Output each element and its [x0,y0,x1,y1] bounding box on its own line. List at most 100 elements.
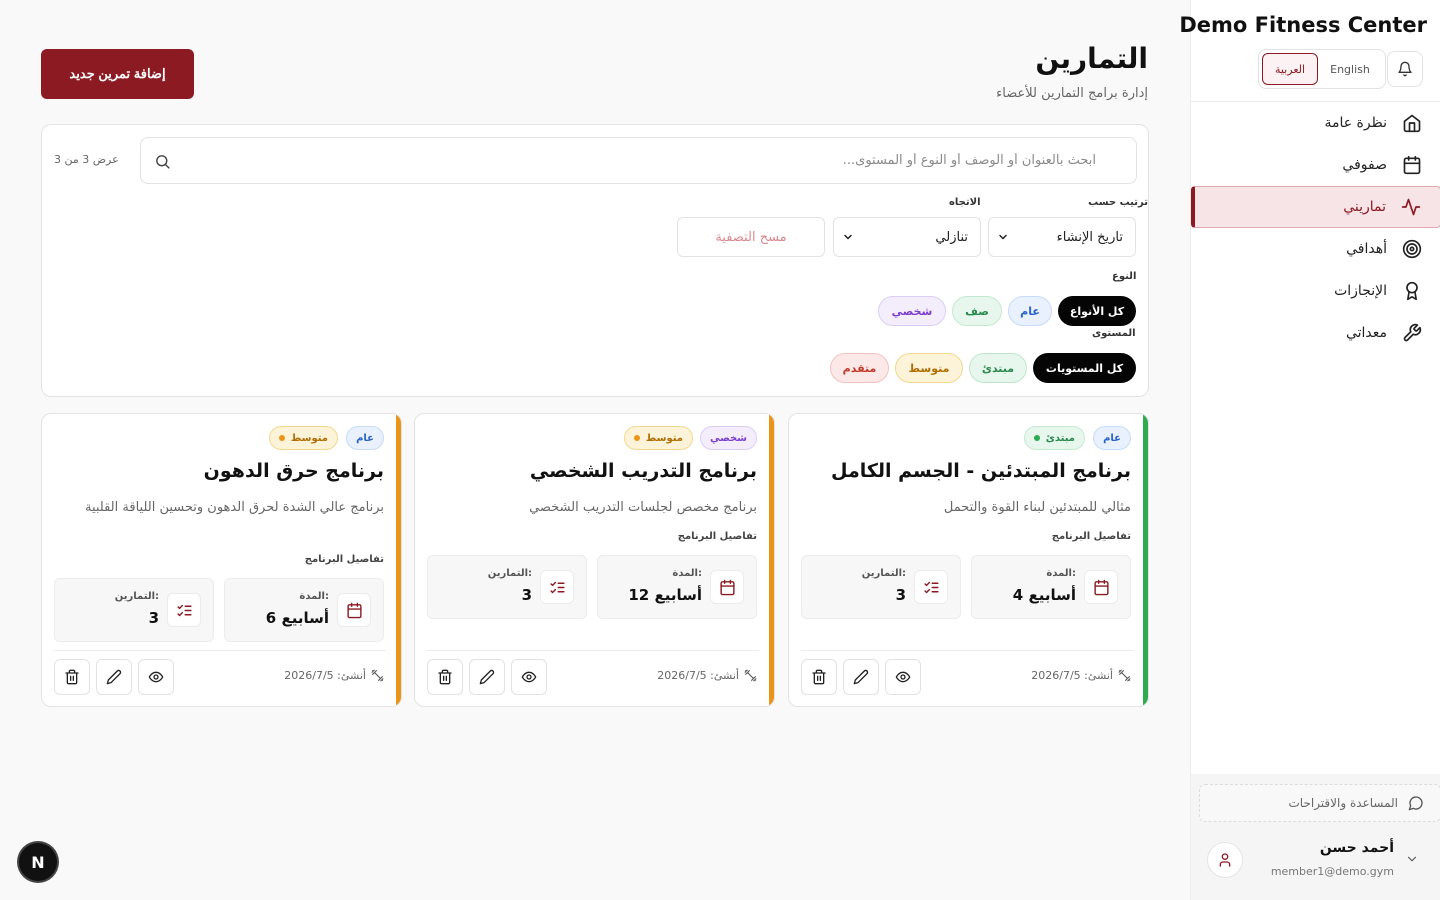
nav-item-label: أهدافي [1346,241,1387,257]
type-filter-all[interactable]: كل الأنواع [1058,296,1136,326]
created-label: أنشئ: 2026/7/5 [1031,669,1113,682]
card-accent-stripe [396,414,401,706]
search-input[interactable] [140,137,1137,184]
chevron-down-icon [844,234,852,240]
nav-item-overview[interactable]: نظرة عامة [1191,102,1440,144]
level-filter-all[interactable]: كل المستويات [1033,353,1136,383]
lang-arabic-button[interactable]: العربية [1262,53,1318,85]
award-icon [1401,280,1423,302]
user-email: member1@demo.gym [1270,865,1394,878]
eye-icon [895,671,911,683]
pencil-icon [853,669,869,685]
workout-card[interactable]: عام مبتدئ برنامج المبتدئين - الجسم الكام… [788,413,1149,707]
search-icon [156,155,170,169]
page-subtitle: إدارة برامج التمارين للأعضاء [996,86,1148,101]
notifications-button[interactable] [1387,51,1423,87]
delete-button[interactable] [801,659,837,695]
duration-value: 12 أسابيع [628,586,702,604]
help-feedback-button[interactable]: المساعدة والاقتراحات [1199,784,1440,822]
type-filter-personal[interactable]: شخصي [878,296,946,326]
card-description: برنامج مخصص لجلسات التدريب الشخصي [529,500,757,515]
list-checks-icon [540,570,574,604]
calendar-icon [337,593,371,627]
card-accent-stripe [1143,414,1148,706]
user-avatar[interactable] [1207,842,1243,878]
eye-icon [148,671,164,683]
help-label: المساعدة والاقتراحات [1288,796,1398,810]
chevron-down-icon [999,234,1007,240]
created-date: أنشئ: 2026/7/5 [284,669,384,682]
trash-icon [65,669,79,685]
type-badge: شخصي [699,426,757,450]
created-date: أنشئ: 2026/7/5 [1031,669,1131,682]
sort-value: تاريخ الإنشاء [1056,229,1123,245]
level-badge-label: متوسط [290,432,328,444]
delete-button[interactable] [427,659,463,695]
lang-english-button[interactable]: English [1318,53,1382,85]
workout-card[interactable]: عام متوسط برنامج حرق الدهون برنامج عالي … [41,413,402,707]
delete-button[interactable] [54,659,90,695]
nav-item-achievements[interactable]: الإنجازات [1191,270,1440,312]
direction-value: تنازلي [935,229,968,245]
nav-item-my-classes[interactable]: صفوفي [1191,144,1440,186]
exercises-label: التمارين: [487,568,532,579]
nav-item-label: صفوفي [1342,157,1387,173]
level-label: المستوى [1092,328,1136,339]
type-filter-class[interactable]: صف [952,296,1002,326]
level-filter-beginner[interactable]: مبتدئ [969,353,1027,383]
results-count: عرض 3 من 3 [54,153,119,166]
level-filter-intermediate[interactable]: متوسط [895,353,963,383]
view-button[interactable] [511,659,547,695]
duration-label: المدة: [299,591,329,602]
chevron-down-icon[interactable] [1405,852,1419,866]
details-label: تفاصيل البرنامج [677,531,757,542]
exercises-stat: التمارين: 3 [801,555,961,619]
wrench-icon [1401,322,1423,344]
card-divider [801,650,1133,651]
type-filter-general[interactable]: عام [1008,296,1052,326]
trash-icon [438,669,452,685]
duration-stat: المدة: 12 أسابيع [597,555,757,619]
level-badge: مبتدئ [1023,426,1085,450]
level-filter-advanced[interactable]: متقدم [830,353,889,383]
calendar-icon [1401,154,1423,176]
sort-select[interactable]: تاريخ الإنشاء [988,217,1136,257]
details-label: تفاصيل البرنامج [304,554,384,565]
nav-item-my-workouts[interactable]: تماريني [1191,186,1440,228]
nav-item-label: الإنجازات [1334,283,1387,299]
card-title: برنامج المبتدئين - الجسم الكامل [830,460,1131,482]
clear-filters-button[interactable]: مسح التصفية [677,217,825,257]
duration-label: المدة: [1046,568,1076,579]
edit-button[interactable] [843,659,879,695]
dev-tools-badge[interactable]: N [19,843,57,881]
eye-icon [521,671,537,683]
duration-value: 6 أسابيع [265,609,329,627]
calendar-icon [1084,570,1118,604]
view-button[interactable] [138,659,174,695]
dumbbell-icon [1118,669,1131,682]
nav-item-my-equipment[interactable]: معداتي [1191,312,1440,354]
dumbbell-icon [744,669,757,682]
nav-item-label: تماريني [1343,199,1386,215]
workout-card[interactable]: شخصي متوسط برنامج التدريب الشخصي برنامج … [414,413,775,707]
type-badge: عام [1093,426,1131,450]
edit-button[interactable] [96,659,132,695]
level-badge-label: متوسط [645,432,683,444]
add-workout-button[interactable]: إضافة تمرين جديد [41,49,194,99]
dumbbell-icon [371,669,384,682]
exercises-stat: التمارين: 3 [54,578,214,642]
user-name: أحمد حسن [1319,840,1394,856]
exercises-stat: التمارين: 3 [427,555,587,619]
edit-button[interactable] [469,659,505,695]
duration-stat: المدة: 4 أسابيع [971,555,1131,619]
direction-select[interactable]: تنازلي [833,217,981,257]
nav-item-my-goals[interactable]: أهدافي [1191,228,1440,270]
nav-item-label: معداتي [1345,325,1387,341]
exercises-value: 3 [895,586,906,604]
target-icon [1401,238,1423,260]
card-divider [54,650,386,651]
duration-value: 4 أسابيع [1012,586,1076,604]
view-button[interactable] [885,659,921,695]
language-switcher: العربية English [1258,49,1386,89]
card-divider [427,650,759,651]
